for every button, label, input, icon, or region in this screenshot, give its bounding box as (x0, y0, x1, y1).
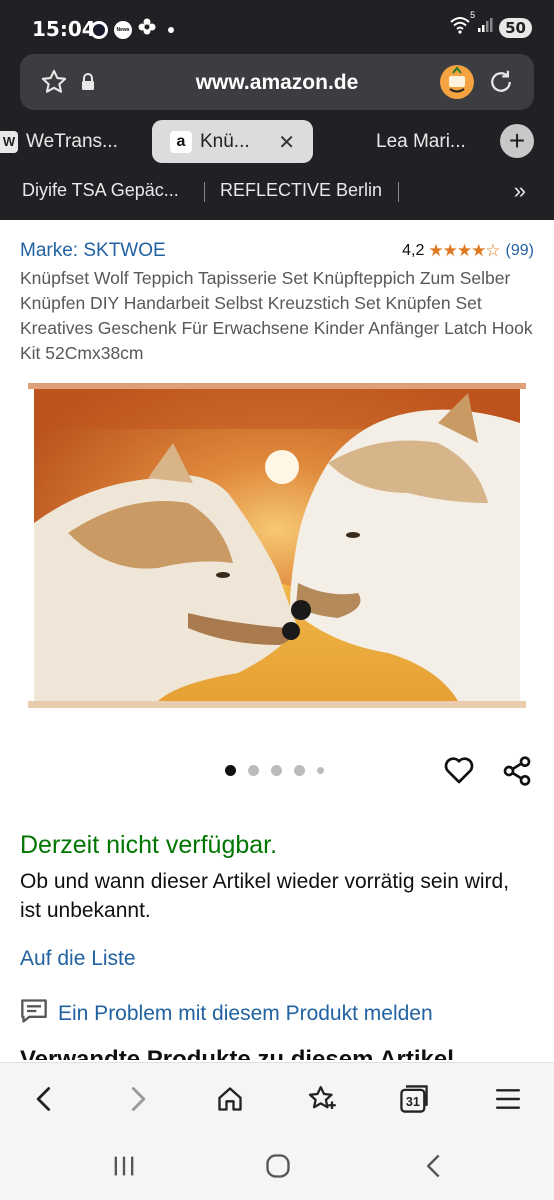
menu-icon[interactable] (488, 1081, 528, 1117)
recents-icon[interactable] (110, 1152, 138, 1185)
brand-link[interactable]: Marke: SKTWOE (20, 240, 166, 262)
carousel-dot[interactable] (225, 765, 236, 776)
network-label: 5 (470, 10, 476, 20)
status-right: 5 50 (449, 10, 532, 39)
product-image[interactable] (28, 383, 526, 708)
browser-toolbar: 31 (0, 1062, 554, 1132)
news-icon-label: News (116, 26, 130, 33)
back-icon[interactable] (420, 1152, 448, 1185)
wetransfer-favicon-icon: W (0, 130, 18, 153)
rating[interactable]: 4,2 ★★★★☆ (99) (402, 241, 534, 261)
news-icon: News (114, 20, 132, 39)
tab-label: Lea Mari... (376, 130, 466, 152)
star-rating-icon: ★★★★☆ (428, 241, 500, 260)
status-time: 15:04 (32, 17, 96, 41)
related-products-heading: Verwandte Produkte zu diesem Artikel (20, 1046, 454, 1060)
image-carousel-dots[interactable] (225, 765, 324, 776)
signal-icon (477, 17, 493, 38)
heart-icon[interactable] (443, 755, 475, 790)
back-icon[interactable] (24, 1081, 64, 1117)
report-problem-label: Ein Problem mit diesem Produkt melden (58, 1001, 433, 1025)
availability-description: Ob und wann dieser Artikel wieder vorrät… (20, 870, 510, 922)
more-notifications-dot-icon (168, 26, 174, 33)
tab-label: Knü... (200, 130, 250, 152)
forward-icon[interactable] (118, 1081, 158, 1117)
notification-icons: News (90, 18, 174, 41)
url-bar[interactable]: www.amazon.de (20, 54, 534, 110)
product-page: Marke: SKTWOE 4,2 ★★★★☆ (99) Knüpfset Wo… (0, 220, 554, 1060)
battery-indicator: 50 (499, 17, 532, 38)
status-bar: 15:04 News 5 50 (0, 0, 554, 52)
home-icon[interactable] (210, 1081, 250, 1117)
amazon-favicon-icon: a (170, 130, 192, 153)
home-icon[interactable] (264, 1152, 292, 1185)
browser-chrome: www.amazon.de W WeTrans... a Knü... ✕ Le… (0, 52, 554, 220)
wifi-icon: 5 (449, 10, 475, 39)
new-tab-button[interactable]: + (500, 124, 534, 158)
report-chat-icon (20, 998, 48, 1029)
share-icon[interactable] (501, 755, 533, 792)
tabs-icon[interactable]: 31 (394, 1081, 434, 1117)
tab-lea-mari[interactable]: Lea Mari... (376, 120, 466, 163)
bookmarks-more-icon[interactable]: » (514, 178, 526, 204)
rating-count[interactable]: (99) (506, 242, 534, 260)
amazon-assistant-icon[interactable] (440, 65, 474, 99)
bookmark-divider (204, 182, 205, 202)
bookmark-diyife[interactable]: Diyife TSA Gepäc... (22, 180, 179, 201)
reload-icon[interactable] (486, 67, 516, 102)
tab-amazon-active[interactable]: a Knü... ✕ (152, 120, 313, 163)
availability-status: Derzeit nicht verfügbar. (20, 831, 278, 859)
rating-value: 4,2 (402, 242, 425, 259)
report-problem-link[interactable]: Ein Problem mit diesem Produkt melden (20, 998, 433, 1029)
app-notification-icon (90, 20, 108, 39)
product-title: Knüpfset Wolf Teppich Tapisserie Set Knü… (20, 268, 533, 363)
bookmarks-bar: Diyife TSA Gepäc... REFLECTIVE Berlin » (0, 178, 554, 204)
flower-icon (138, 18, 156, 41)
add-to-list-link[interactable]: Auf die Liste (20, 947, 136, 971)
tab-wetransfer[interactable]: W WeTrans... (0, 120, 118, 163)
brand-row: Marke: SKTWOE 4,2 ★★★★☆ (99) (20, 240, 534, 264)
close-tab-icon[interactable]: ✕ (278, 130, 295, 155)
system-navigation-bar (0, 1132, 554, 1200)
carousel-dot[interactable] (294, 765, 305, 776)
bookmark-reflective[interactable]: REFLECTIVE Berlin (220, 180, 382, 201)
bookmark-divider (398, 182, 399, 202)
carousel-dot[interactable] (317, 767, 324, 774)
tab-label: WeTrans... (26, 130, 118, 152)
carousel-dot[interactable] (271, 765, 282, 776)
favorites-icon[interactable] (302, 1081, 342, 1117)
tab-count: 31 (406, 1095, 420, 1109)
carousel-dot[interactable] (248, 765, 259, 776)
